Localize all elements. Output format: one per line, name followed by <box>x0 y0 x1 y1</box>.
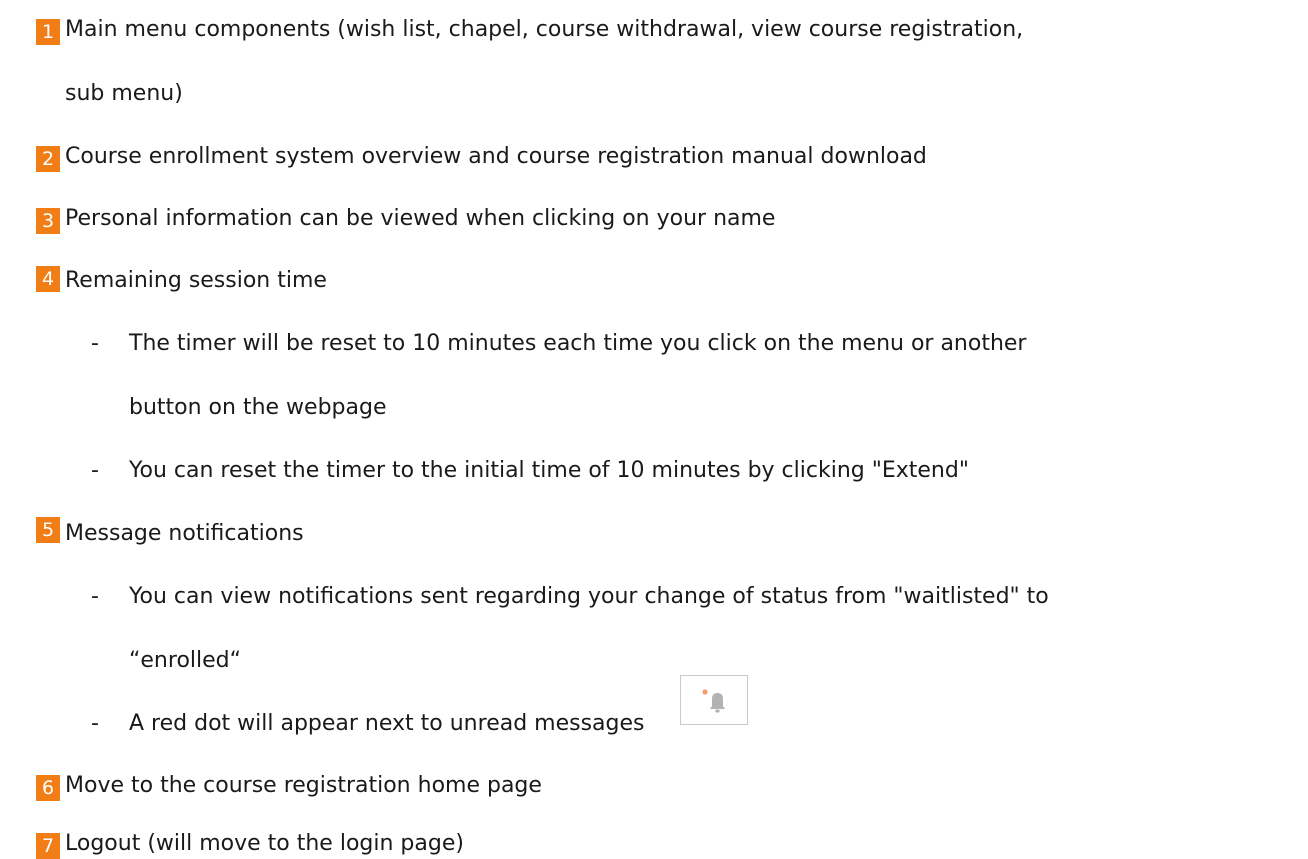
item-4-subitem-1-dash: - <box>91 331 99 356</box>
notification-bell-example <box>680 675 748 725</box>
item-4-subitem-2-line-1: You can reset the timer to the initial t… <box>129 458 969 483</box>
item-5-subitem-1-line-1: You can view notifications sent regardin… <box>129 584 1049 609</box>
item-4-subitem-1-line-2: button on the webpage <box>129 395 387 420</box>
number-badge-3: 3 <box>36 208 60 234</box>
bell-icon <box>702 689 725 713</box>
item-5-line-1: Message notifications <box>65 521 304 546</box>
item-5-subitem-1-line-2: “enrolled“ <box>129 648 242 673</box>
item-3-line-1: Personal information can be viewed when … <box>65 206 776 231</box>
item-2-line-1: Course enrollment system overview and co… <box>65 144 927 169</box>
number-badge-6: 6 <box>36 775 60 801</box>
number-badge-5: 5 <box>36 517 60 543</box>
item-4-subitem-2-dash: - <box>91 458 99 483</box>
item-7-line-1: Logout (will move to the login page) <box>65 831 464 856</box>
item-1-line-2: sub menu) <box>65 81 183 106</box>
number-badge-2: 2 <box>36 146 60 172</box>
item-5-subitem-2-line-1: A red dot will appear next to unread mes… <box>129 711 645 736</box>
unread-dot-icon <box>702 689 708 695</box>
number-badge-7: 7 <box>36 833 60 859</box>
item-4-line-1: Remaining session time <box>65 268 327 293</box>
item-5-subitem-1-dash: - <box>91 584 99 609</box>
item-5-subitem-2-dash: - <box>91 711 99 736</box>
item-1-line-1: Main menu components (wish list, chapel,… <box>65 17 1024 42</box>
number-badge-4: 4 <box>36 266 60 292</box>
item-6-line-1: Move to the course registration home pag… <box>65 773 542 798</box>
item-4-subitem-1-line-1: The timer will be reset to 10 minutes ea… <box>129 331 1027 356</box>
number-badge-1: 1 <box>36 19 60 45</box>
